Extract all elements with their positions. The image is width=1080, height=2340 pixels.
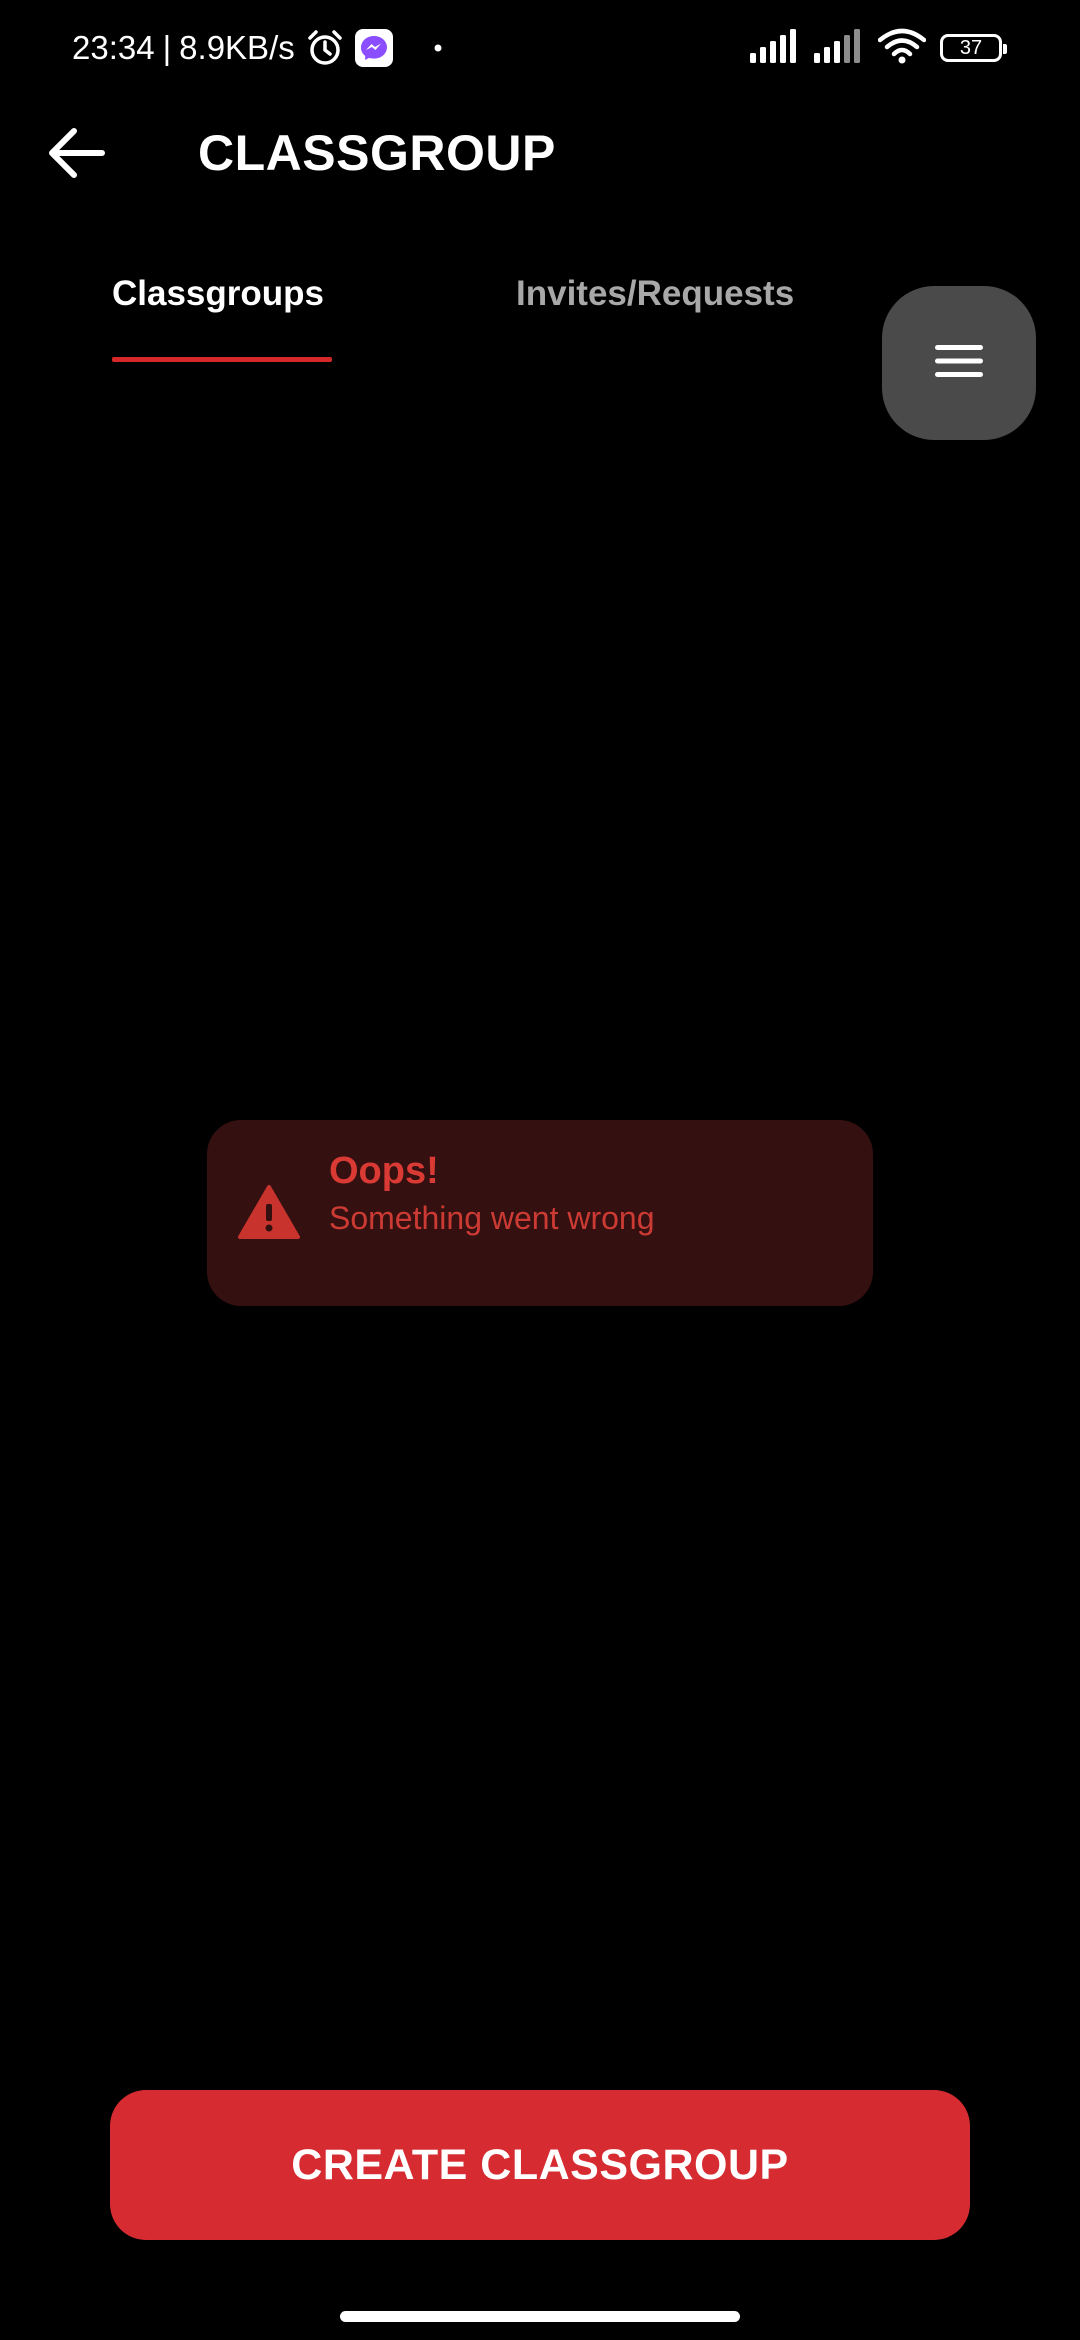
tab-invites-requests[interactable]: Invites/Requests [516, 274, 794, 314]
hamburger-menu-icon [933, 341, 985, 386]
battery-icon: 37 [940, 34, 1007, 62]
signal-icon [750, 28, 800, 68]
status-time: 23:34 [72, 29, 155, 66]
create-classgroup-button[interactable]: CREATE CLASSGROUP [110, 2090, 970, 2240]
status-right-group: 37 [750, 26, 1007, 70]
messenger-icon [354, 29, 393, 67]
arrow-left-icon [46, 125, 106, 186]
notification-dot-icon [433, 43, 443, 53]
network-speed: 8.9KB/s [179, 29, 295, 66]
tab-bar: Classgroups Invites/Requests [0, 262, 880, 362]
status-separator: | [162, 29, 172, 66]
signal-icon [814, 28, 864, 68]
error-title: Oops! [329, 1150, 439, 1192]
app-header: CLASSGROUP [0, 100, 1080, 210]
warning-triangle-icon [237, 1184, 301, 1240]
alarm-icon [305, 28, 345, 68]
active-tab-indicator [112, 357, 332, 362]
error-message-card: Oops! Something went wrong [207, 1120, 873, 1306]
status-bar: 23:34 | 8.9KB/s 37 [0, 0, 1080, 96]
battery-level: 37 [959, 36, 983, 59]
tab-classgroups[interactable]: Classgroups [112, 274, 324, 314]
error-message: Something went wrong [329, 1200, 655, 1236]
status-left-group: 23:34 | 8.9KB/s [72, 26, 443, 70]
back-button[interactable] [38, 122, 114, 188]
page-title: CLASSGROUP [198, 125, 556, 181]
home-indicator[interactable] [340, 2311, 740, 2322]
menu-button[interactable] [882, 286, 1036, 440]
wifi-icon [877, 28, 927, 69]
